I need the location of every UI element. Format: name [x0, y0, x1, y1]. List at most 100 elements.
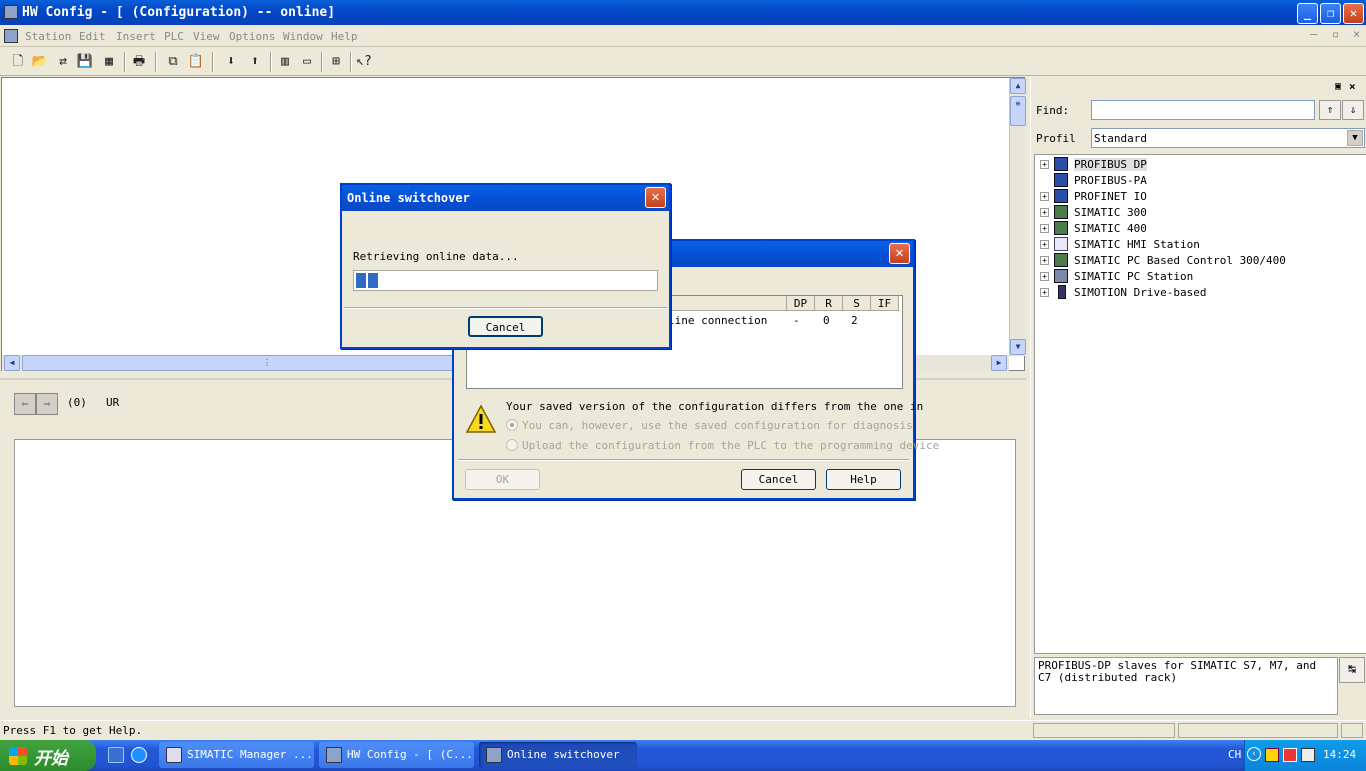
hw-config-icon [326, 747, 342, 763]
vertical-scrollbar[interactable]: ▲ ≡ ▼ [1009, 78, 1026, 356]
help-button[interactable]: Help [826, 469, 901, 490]
browser-icon[interactable] [131, 747, 147, 763]
menu-edit[interactable]: Edit [79, 30, 106, 43]
expand-icon[interactable]: + [1040, 272, 1049, 281]
panel-dock-icon[interactable]: ▣ [1335, 81, 1341, 92]
tree-item-simatic-400[interactable]: + SIMATIC 400 [1040, 221, 1300, 237]
window-titlebar[interactable]: HW Config - [ (Configuration) -- online]… [0, 0, 1366, 25]
paste-icon[interactable]: 📋 [187, 53, 205, 71]
scroll-left-icon[interactable]: ◀ [4, 355, 20, 371]
tree-item-simatic-hmi-station[interactable]: + SIMATIC HMI Station [1040, 237, 1300, 253]
status-panel-3 [1341, 723, 1363, 738]
tree-item-label: PROFINET IO [1074, 190, 1147, 203]
download-icon[interactable]: ⬇ [222, 53, 240, 71]
copy-icon[interactable]: ⧉ [164, 53, 182, 71]
expand-icon[interactable]: + [1040, 240, 1049, 249]
chevron-down-icon[interactable]: ▼ [1347, 130, 1363, 146]
find-up-icon[interactable]: ⇑ [1319, 100, 1341, 120]
expand-icon[interactable]: + [1040, 192, 1049, 201]
expand-icon[interactable]: + [1040, 208, 1049, 217]
find-input[interactable] [1091, 100, 1315, 120]
window-arrange-icon[interactable]: ▭ [298, 53, 316, 71]
simatic-rack-icon [1054, 221, 1068, 235]
tree-item-profibus-pa[interactable]: PROFIBUS-PA [1040, 173, 1300, 189]
option-diagnosis-radio[interactable] [506, 419, 518, 431]
tray-expand-icon[interactable]: ‹ [1247, 747, 1261, 761]
menu-options[interactable]: Options [229, 30, 275, 43]
mdi-restore-icon[interactable]: ▫ [1332, 27, 1339, 41]
menu-insert[interactable]: Insert [116, 30, 156, 43]
warning-icon [465, 404, 497, 434]
tree-item-label: SIMATIC 300 [1074, 206, 1147, 219]
catalog-icon[interactable]: ▥ [276, 53, 294, 71]
start-button[interactable]: 开始 [0, 740, 96, 771]
tray-app-icon[interactable] [1301, 748, 1315, 762]
scroll-up-icon[interactable]: ▲ [1010, 78, 1026, 94]
menu-station[interactable]: Station [25, 30, 71, 43]
forward-arrow-icon[interactable]: ⇨ [36, 393, 58, 415]
tree-item-simatic-pc-based-control[interactable]: + SIMATIC PC Based Control 300/400 [1040, 253, 1320, 269]
tray-app-icon[interactable] [1265, 748, 1279, 762]
option-upload-radio[interactable] [506, 439, 518, 451]
scroll-down-icon[interactable]: ▼ [1010, 339, 1026, 355]
accessible-nodes-icon[interactable]: ⇄ [54, 53, 72, 71]
menu-plc[interactable]: PLC [164, 30, 184, 43]
online-switchover-dialog: Online switchover ✕ Retrieving online da… [340, 183, 671, 349]
switchover-cancel-button[interactable]: Cancel [468, 316, 543, 337]
online-switchover-titlebar[interactable]: Online switchover [342, 185, 669, 211]
new-icon[interactable]: 🗋 [9, 53, 27, 71]
task-online-switchover[interactable]: Online switchover [479, 742, 637, 768]
tree-item-simatic-300[interactable]: + SIMATIC 300 [1040, 205, 1300, 221]
back-arrow-icon[interactable]: ⇦ [14, 393, 36, 415]
hscroll-thumb[interactable]: ⋮ [22, 355, 512, 371]
clock[interactable]: 14:24 [1323, 748, 1356, 761]
scroll-thumb[interactable]: ≡ [1010, 96, 1026, 126]
task-hw-config[interactable]: HW Config - [ (C... [319, 742, 474, 768]
tree-item-profibus-dp[interactable]: + PROFIBUS DP [1040, 157, 1300, 173]
tree-item-label: SIMOTION Drive-based [1074, 286, 1207, 299]
minimize-button[interactable]: _ [1297, 3, 1318, 24]
menu-help[interactable]: Help [331, 30, 358, 43]
tree-item-simatic-pc-station[interactable]: + SIMATIC PC Station [1040, 269, 1300, 285]
save-compile-icon[interactable]: ▦ [100, 53, 118, 71]
col-dp-header: DP [787, 296, 815, 311]
col-s-header: S [843, 296, 871, 311]
tree-item-profinet-io[interactable]: + PROFINET IO [1040, 189, 1300, 205]
toolbar: 🗋 📂 ⇄ 💾 ▦ 🖶 ⧉ 📋 ⬇ ⬆ ▥ ▭ ⊞ ↖? [0, 48, 1366, 76]
tree-item-simotion-drive-based[interactable]: + SIMOTION Drive-based [1040, 285, 1300, 301]
save-icon[interactable]: 💾 [76, 53, 94, 71]
task-simatic-manager[interactable]: SIMATIC Manager ... [159, 742, 314, 768]
profile-value: Standard [1094, 132, 1147, 145]
network-icon[interactable]: ⊞ [327, 53, 345, 71]
ok-button[interactable]: OK [465, 469, 540, 490]
saved-version-dialog-close-button[interactable]: ✕ [889, 243, 910, 264]
system-tray: ‹ 14:24 [1244, 740, 1366, 771]
scroll-right-icon[interactable]: ▶ [991, 355, 1007, 371]
expand-icon[interactable]: + [1040, 224, 1049, 233]
tray-app-icon[interactable] [1283, 748, 1297, 762]
print-icon[interactable]: 🖶 [130, 53, 148, 71]
mdi-close-icon[interactable]: × [1353, 27, 1360, 41]
language-indicator[interactable]: CH [1228, 748, 1241, 761]
close-button[interactable]: ✕ [1343, 3, 1364, 24]
open-icon[interactable]: 📂 [31, 53, 49, 71]
expand-icon[interactable]: + [1040, 256, 1049, 265]
order-number-icon[interactable]: ↹ [1339, 657, 1365, 683]
show-desktop-icon[interactable] [108, 747, 124, 763]
cancel-button[interactable]: Cancel [741, 469, 816, 490]
online-switchover-close-button[interactable]: ✕ [645, 187, 666, 208]
rack-name: UR [106, 396, 120, 409]
upload-icon[interactable]: ⬆ [246, 53, 264, 71]
restore-button[interactable]: ❐ [1320, 3, 1341, 24]
document-icon [4, 29, 18, 43]
catalog-description: PROFIBUS-DP slaves for SIMATIC S7, M7, a… [1034, 657, 1338, 715]
context-help-icon[interactable]: ↖? [355, 53, 373, 71]
expand-icon[interactable]: + [1040, 288, 1049, 297]
menu-view[interactable]: View [193, 30, 220, 43]
menu-window[interactable]: Window [283, 30, 323, 43]
panel-close-icon[interactable]: × [1349, 80, 1356, 93]
mdi-minimize-icon[interactable]: – [1310, 27, 1317, 41]
expand-icon[interactable]: + [1040, 160, 1049, 169]
profile-select[interactable]: Standard ▼ [1091, 128, 1365, 148]
find-down-icon[interactable]: ⇓ [1342, 100, 1364, 120]
